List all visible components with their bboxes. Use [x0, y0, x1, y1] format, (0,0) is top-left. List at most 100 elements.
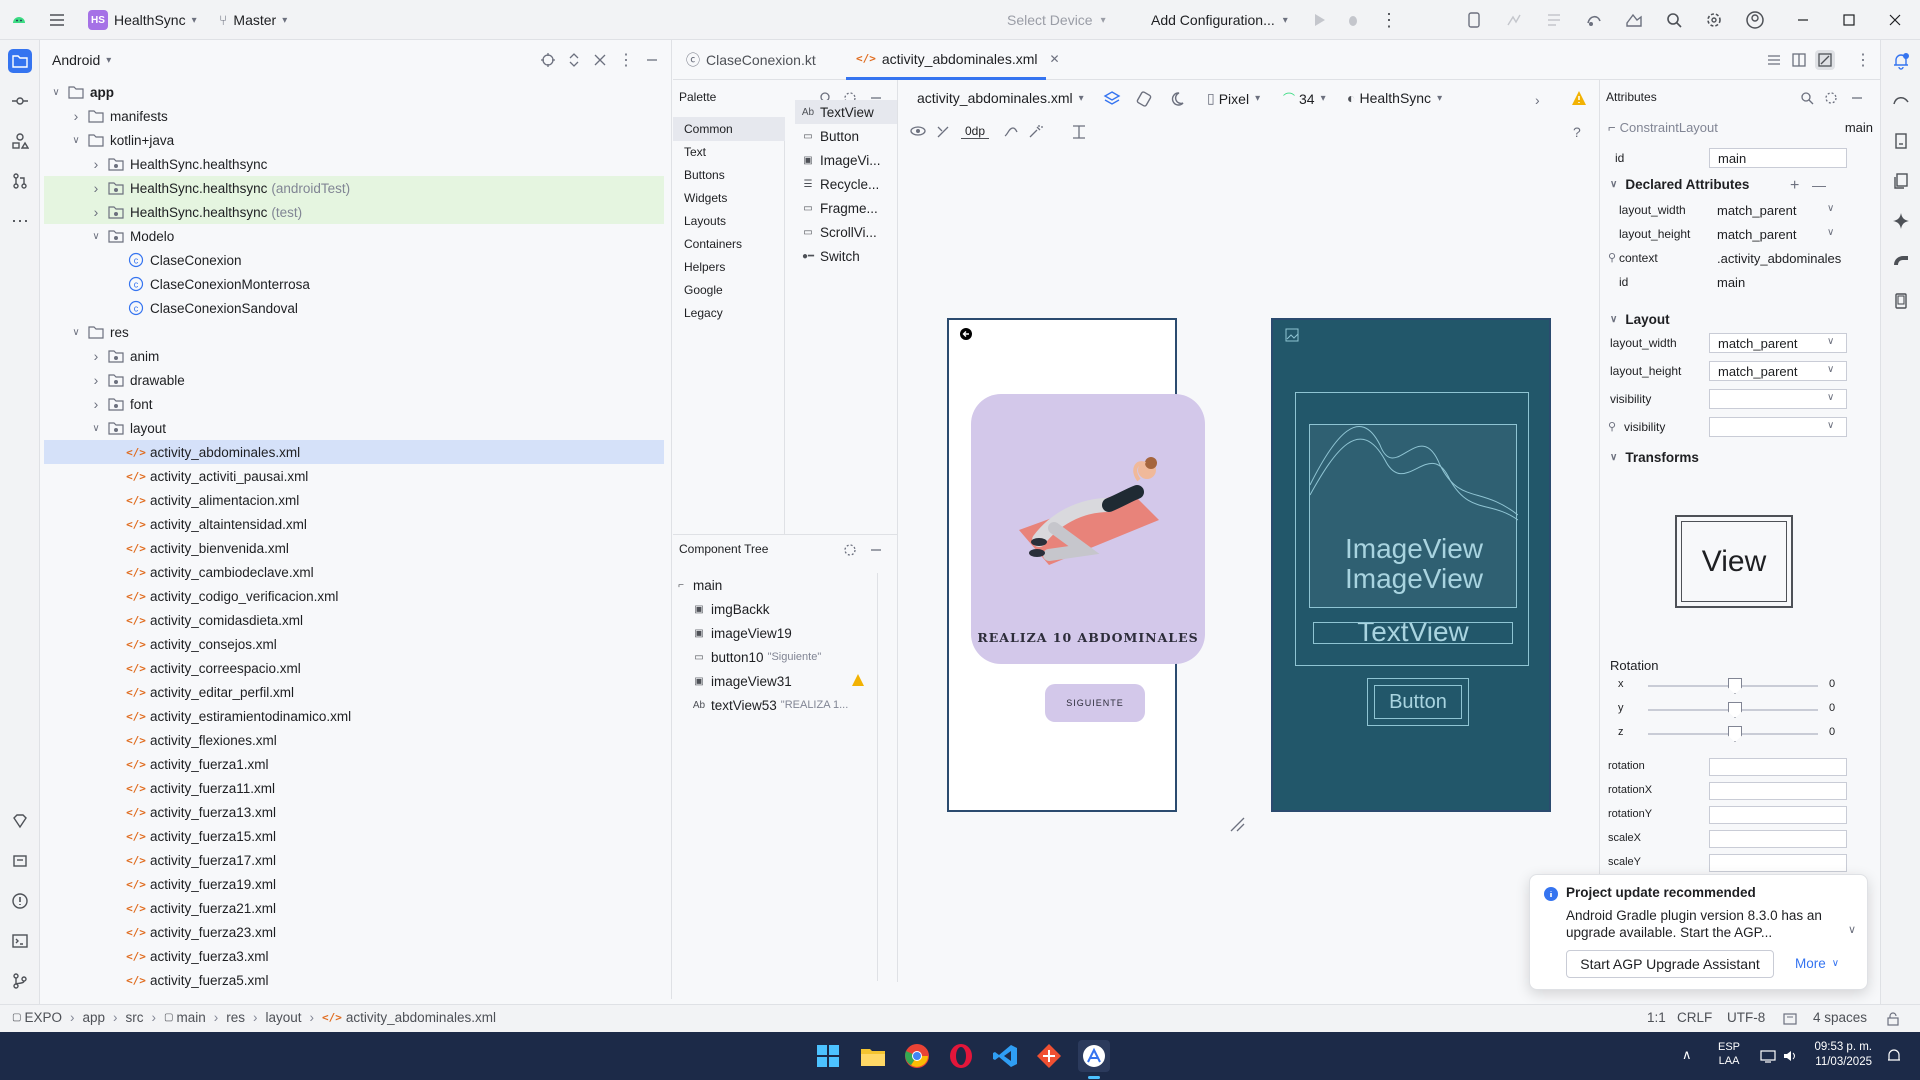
warning-icon[interactable]	[851, 673, 865, 687]
start-agp-upgrade-button[interactable]: Start AGP Upgrade Assistant	[1566, 950, 1774, 978]
palette-category-widgets[interactable]: Widgets	[684, 191, 727, 205]
transform-property-field[interactable]	[1709, 806, 1847, 824]
line-separator[interactable]: CRLF	[1677, 1010, 1712, 1025]
palette-category-containers[interactable]: Containers	[684, 237, 742, 251]
transform-property-field[interactable]	[1709, 830, 1847, 848]
tree-item[interactable]: c ClaseConexionMonterrosa	[44, 272, 664, 296]
rotation-slider-thumb[interactable]	[1728, 702, 1742, 718]
tree-item[interactable]: ∨ res	[44, 320, 664, 344]
tree-item[interactable]: › manifests	[44, 104, 664, 128]
attribute-value-field[interactable]: .activity_abdominales	[1709, 248, 1847, 268]
transform-property-field[interactable]	[1709, 854, 1847, 872]
notification-center-icon[interactable]	[1886, 1048, 1902, 1064]
terminal-icon[interactable]	[8, 929, 32, 953]
maximize-window-icon[interactable]	[1842, 8, 1856, 32]
search-icon[interactable]	[1665, 8, 1683, 32]
layout-file-item[interactable]: </> activity_estiramientodinamico.xml	[44, 704, 664, 728]
windows-start-icon[interactable]	[816, 1044, 840, 1068]
tree-item[interactable]: › HealthSync.healthsync	[44, 152, 664, 176]
indent-setting[interactable]: 4 spaces	[1813, 1010, 1867, 1025]
file-explorer-icon[interactable]	[860, 1044, 886, 1068]
palette-category-common[interactable]: Common	[673, 117, 785, 141]
theme-picker[interactable]: ◐ HealthSync ▾	[1347, 90, 1442, 106]
palette-widget-recycle[interactable]: ☰ Recycle...	[795, 172, 897, 196]
device-picker[interactable]: ▯ Pixel ▾	[1207, 90, 1260, 107]
locate-file-icon[interactable]	[540, 52, 556, 68]
debug-icon[interactable]	[1345, 8, 1361, 32]
file-selector[interactable]: activity_abdominales.xml ▾	[917, 90, 1084, 106]
palette-category-legacy[interactable]: Legacy	[684, 306, 723, 320]
android-studio-taskbar-icon[interactable]	[1078, 1040, 1110, 1079]
attribute-value-field[interactable]: main	[1709, 272, 1847, 292]
breadcrumb-item[interactable]: ▢ main	[164, 1010, 206, 1025]
logcat-icon[interactable]	[1545, 8, 1563, 32]
orientation-icon[interactable]	[1135, 90, 1153, 108]
expand-all-icon[interactable]	[566, 52, 582, 68]
help-icon[interactable]: ?	[1573, 124, 1581, 140]
infer-constraints-icon[interactable]	[1027, 124, 1043, 140]
tree-item[interactable]: ∨ layout	[44, 416, 664, 440]
rotation-slider-thumb[interactable]	[1728, 678, 1742, 694]
add-attribute-icon[interactable]: +	[1790, 177, 1799, 195]
layout-file-item[interactable]: </> activity_codigo_verificacion.xml	[44, 584, 664, 608]
files-icon[interactable]	[1889, 169, 1913, 193]
more-actions-icon[interactable]: ⋮	[1380, 8, 1398, 32]
layout-file-item[interactable]: </> activity_editar_perfil.xml	[44, 680, 664, 704]
gradle-icon[interactable]	[1889, 89, 1913, 113]
chevron-down-icon[interactable]: ∨	[1827, 420, 1834, 431]
run-icon[interactable]	[1311, 8, 1327, 32]
layout-file-item[interactable]: </> activity_bienvenida.xml	[44, 536, 664, 560]
layout-file-item[interactable]: </> activity_fuerza15.xml	[44, 824, 664, 848]
resource-manager-icon[interactable]	[8, 129, 32, 153]
component-tree-item[interactable]: ▭ button10 "Siguiente"	[691, 645, 891, 669]
breadcrumb-item[interactable]: ▢ EXPO	[12, 1010, 62, 1025]
tree-item[interactable]: › anim	[44, 344, 664, 368]
gemini-sparkle-icon[interactable]	[1889, 209, 1913, 233]
tab-options-icon[interactable]: ⋮	[1855, 50, 1871, 70]
design-preview[interactable]: REALIZA 10 ABDOMINALES SIGUIENTE	[947, 318, 1205, 812]
run-config-selector[interactable]: Add Configuration... ▾	[1151, 8, 1288, 32]
device-manager-icon[interactable]	[1465, 8, 1483, 32]
layout-file-item[interactable]: </> activity_activiti_pausai.xml	[44, 464, 664, 488]
breadcrumb-item[interactable]: res	[226, 1010, 245, 1025]
build-variants-icon[interactable]	[8, 849, 32, 873]
component-tree-item[interactable]: ⌐ main	[673, 573, 873, 597]
transform-property-field[interactable]	[1709, 782, 1847, 800]
layout-file-item[interactable]: </> activity_correespacio.xml	[44, 656, 664, 680]
pull-requests-icon[interactable]	[8, 169, 32, 193]
options-icon[interactable]: ⋮	[618, 50, 634, 70]
layout-file-item[interactable]: </> activity_fuerza5.xml	[44, 968, 664, 992]
layout-file-item[interactable]: </> activity_fuerza17.xml	[44, 848, 664, 872]
more-tools-icon[interactable]: ⋯	[8, 209, 32, 233]
chevron-right-icon[interactable]: ›	[1535, 92, 1540, 108]
back-arrow-icon[interactable]	[959, 327, 973, 341]
sdk-manager-icon[interactable]	[1625, 8, 1643, 32]
project-view-selector[interactable]: Android ▾	[52, 52, 111, 68]
palette-widget-fragme[interactable]: ▭ Fragme...	[795, 196, 897, 220]
autoconnect-icon[interactable]	[935, 124, 951, 140]
layout-file-item[interactable]: </> activity_abdominales.xml	[44, 440, 664, 464]
palette-widget-switch[interactable]: ●━ Switch	[795, 244, 897, 268]
layers-icon[interactable]	[1103, 90, 1121, 108]
palette-widget-button[interactable]: ▭ Button	[795, 124, 897, 148]
chevron-down-icon[interactable]: ∨	[1827, 227, 1834, 238]
clear-constraints-icon[interactable]	[1003, 124, 1019, 140]
memory-indicator-icon[interactable]	[1783, 1012, 1797, 1026]
account-icon[interactable]	[1745, 8, 1765, 32]
gem-icon[interactable]	[8, 809, 32, 833]
layout-file-item[interactable]: </> activity_cambiodeclave.xml	[44, 560, 664, 584]
gradle-sync-icon[interactable]	[1585, 8, 1603, 32]
show-hidden-icons-icon[interactable]: ∧	[1682, 1047, 1692, 1063]
tree-item[interactable]: › HealthSync.healthsync (test)	[44, 200, 664, 224]
main-menu-icon[interactable]	[48, 8, 66, 32]
breadcrumb-item[interactable]: app	[82, 1010, 105, 1025]
close-window-icon[interactable]	[1888, 8, 1902, 32]
search-icon[interactable]	[1800, 91, 1814, 105]
tree-item[interactable]: › font	[44, 392, 664, 416]
version-control-icon[interactable]	[8, 969, 32, 993]
layout-file-item[interactable]: </> activity_fuerza19.xml	[44, 872, 664, 896]
settings-gear-icon[interactable]	[1824, 91, 1838, 105]
split-view-icon[interactable]	[1791, 52, 1807, 68]
eye-icon[interactable]	[909, 124, 927, 138]
caret-position[interactable]: 1:1	[1647, 1010, 1666, 1025]
